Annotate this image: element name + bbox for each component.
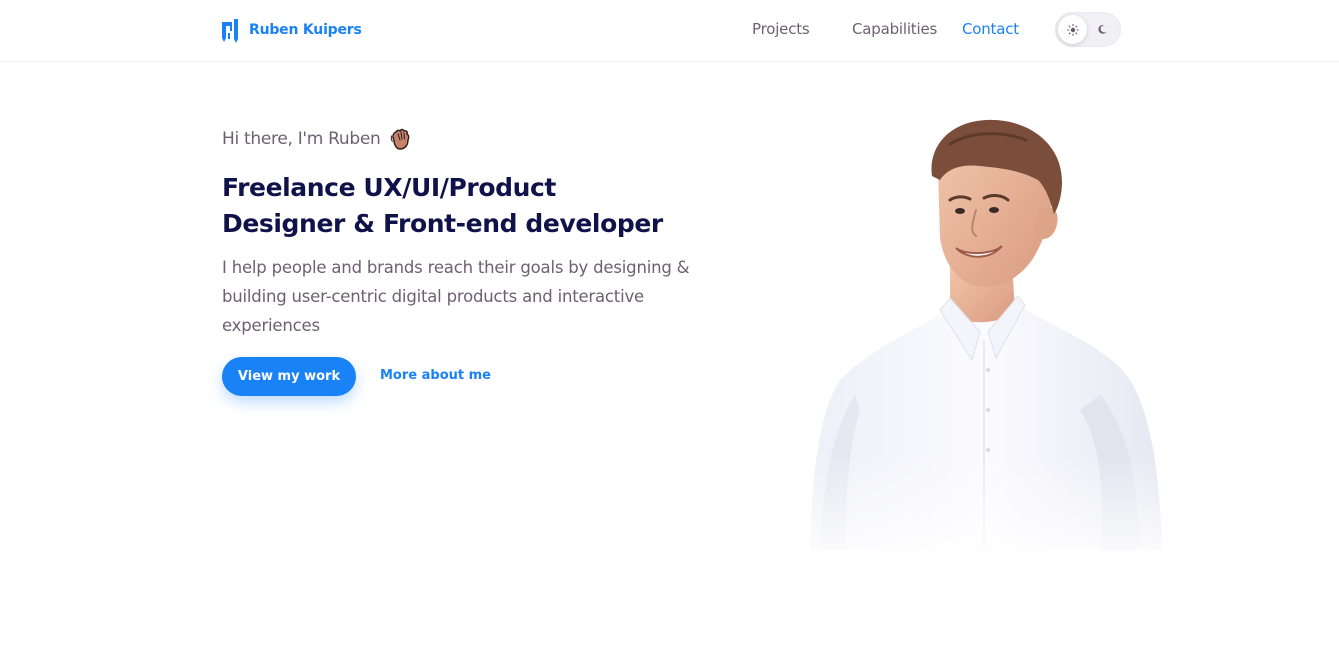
greeting-text: Hi there, I'm Ruben <box>222 129 381 149</box>
greeting: Hi there, I'm Ruben <box>222 128 411 150</box>
nav-contact[interactable]: Contact <box>962 20 1019 38</box>
moon-icon-wrap <box>1095 22 1109 36</box>
moon-icon <box>1097 24 1107 34</box>
waving-hand-icon <box>390 128 409 150</box>
intro-line-3: experiences <box>222 316 320 335</box>
theme-toggle-knob <box>1058 15 1087 44</box>
more-about-me-link[interactable]: More about me <box>380 368 491 383</box>
headline-line-2: Designer & Front-end developer <box>222 209 663 238</box>
intro-line-2: building user-centric digital products a… <box>222 287 644 306</box>
site-header: Ruben Kuipers Projects Capabilities Cont… <box>0 0 1339 62</box>
portrait-illustration <box>800 110 1172 570</box>
view-my-work-button[interactable]: View my work <box>222 357 356 396</box>
nav-capabilities[interactable]: Capabilities <box>852 20 937 38</box>
brand-name: Ruben Kuipers <box>249 22 362 38</box>
nav-projects[interactable]: Projects <box>752 20 810 38</box>
brand-home-link[interactable]: Ruben Kuipers <box>221 17 362 43</box>
hero-headline: Freelance UX/UI/Product Designer & Front… <box>222 170 782 242</box>
headline-line-1: Freelance UX/UI/Product <box>222 173 556 202</box>
portrait-photo <box>800 110 1172 570</box>
hero-intro: I help people and brands reach their goa… <box>222 253 762 340</box>
page: Ruben Kuipers Projects Capabilities Cont… <box>0 0 1339 649</box>
brand-logo-icon <box>222 18 238 43</box>
intro-line-1: I help people and brands reach their goa… <box>222 258 690 277</box>
theme-toggle[interactable] <box>1055 12 1121 47</box>
sun-icon <box>1066 23 1079 36</box>
